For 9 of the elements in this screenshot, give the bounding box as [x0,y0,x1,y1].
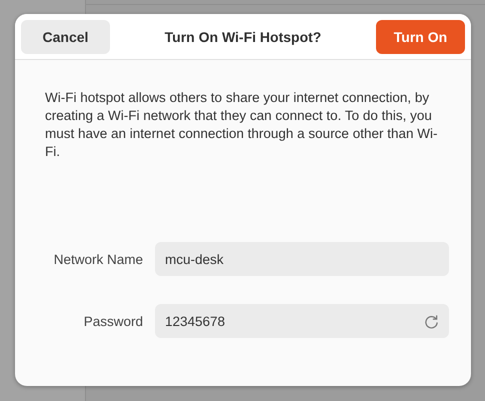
description-text: Wi-Fi hotspot allows others to share your internet connection, by creating a Wi-Fi network that they can connect to. To do this, you must have an internet connection through a source other than Wi-Fi. [45,89,438,161]
field-label: Network Name [52,252,143,266]
network-name-field[interactable]: mcu-desk [155,242,449,276]
cancel-button[interactable]: Cancel [21,20,110,54]
field-label: Password [82,314,143,328]
dialog-title: Turn On Wi-Fi Hotspot? [164,28,322,44]
password-field[interactable]: 12345678 [155,304,449,338]
refresh-icon[interactable] [424,314,439,328]
turn-on-button[interactable]: Turn On [376,20,465,54]
